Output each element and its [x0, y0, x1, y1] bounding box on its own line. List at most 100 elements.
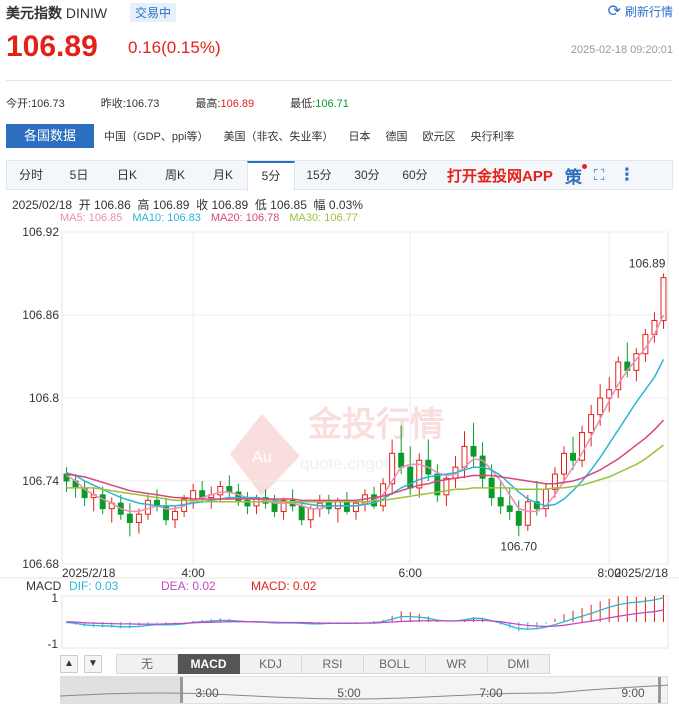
indicator-tab[interactable]: RSI	[302, 654, 364, 674]
ma-legend-item: MA5: 106.85	[60, 212, 123, 224]
candle-body	[515, 510, 522, 526]
tab-period[interactable]: 分时	[7, 161, 55, 189]
category-item[interactable]: 欧元区	[423, 128, 456, 144]
strategy-button[interactable]: 策	[564, 163, 587, 188]
candlestick-chart[interactable]: Au金投行情quote.cngold.org106.92106.86106.81…	[0, 224, 679, 654]
tab-period[interactable]: 15分	[295, 161, 343, 189]
open-app-link[interactable]: 打开金投网APP	[447, 165, 553, 186]
stat-item: 最低:106.71	[290, 95, 349, 111]
indicator-bar: ▲ ▼ 无 MACD KDJ RSI BOLL WR DMI	[60, 654, 550, 674]
macd-dea: DEA: 0.02	[161, 579, 216, 593]
candle-body	[135, 513, 142, 524]
navigator-time-label: 7:00	[479, 686, 503, 700]
tab-period[interactable]: 5日	[55, 161, 103, 189]
candle-body	[660, 277, 667, 322]
candle-body	[352, 502, 359, 512]
category-item[interactable]: 美国（非农、失业率）	[224, 128, 334, 144]
indicator-tab[interactable]: KDJ	[240, 654, 302, 674]
candle-body	[99, 494, 106, 510]
tab-period[interactable]: 5分	[247, 160, 295, 191]
divider	[6, 80, 673, 81]
candle-body	[570, 452, 577, 461]
navigator-handle[interactable]	[180, 677, 183, 703]
stat-item: 最高:106.89	[195, 95, 254, 111]
ma-legend-item: MA10: 106.83	[132, 212, 201, 224]
candle-body	[588, 414, 595, 434]
candle-body	[226, 486, 233, 493]
indicator-tab[interactable]: BOLL	[364, 654, 426, 674]
category-item[interactable]: 日本	[349, 128, 371, 144]
category-item[interactable]: 央行利率	[471, 128, 515, 144]
y-tick-label: 106.92	[22, 225, 59, 239]
instrument-code: DINIW	[65, 5, 108, 21]
candle-body	[172, 510, 179, 521]
refresh-icon: ⟳	[607, 2, 621, 20]
ma-legend-item: MA30: 106.77	[289, 212, 358, 224]
macd-dif: DIF: 0.03	[69, 579, 119, 593]
stat-item: 昨收:106.73	[101, 95, 160, 111]
candle-body	[398, 452, 405, 468]
candle-body	[217, 486, 224, 496]
category-bar: 各国数据 中国（GDP、ppi等） 美国（非农、失业率） 日本 德国 欧元区 央行利率	[6, 124, 673, 148]
refresh-button[interactable]: ⟳ 刷新行情	[608, 3, 673, 20]
tab-period[interactable]: 日K	[103, 161, 151, 189]
stat-value: 106.73	[31, 98, 65, 110]
navigator-handle[interactable]	[658, 677, 661, 703]
indicator-tab[interactable]: 无	[116, 654, 178, 674]
navigator-mask	[60, 676, 182, 704]
candle-body	[551, 473, 558, 490]
candle-body	[443, 477, 450, 496]
y-tick-label: 106.68	[22, 557, 59, 571]
navigator-time-label: 3:00	[195, 686, 219, 700]
indicator-tab[interactable]: DMI	[488, 654, 550, 674]
stat-label: 最低:	[290, 98, 316, 110]
scroll-up-icon[interactable]: ▲	[60, 655, 78, 673]
stat-value: 106.73	[125, 98, 160, 110]
scroll-down-icon[interactable]: ▼	[84, 655, 102, 673]
stat-item: 今开:106.73	[6, 95, 65, 111]
refresh-label: 刷新行情	[624, 5, 673, 19]
candle-body	[298, 505, 305, 521]
y-tick-label: 106.8	[29, 391, 59, 405]
candle-body	[126, 513, 133, 524]
tab-period[interactable]: 60分	[391, 161, 439, 189]
strategy-label: 策	[564, 167, 582, 187]
fullscreen-icon[interactable]: ⛶	[594, 167, 605, 184]
stat-value: 106.89	[220, 98, 255, 110]
stat-label: 最高:	[195, 98, 221, 110]
category-active[interactable]: 各国数据	[6, 124, 95, 148]
macd-y-tick: -1	[47, 637, 58, 651]
ma-legend-item: MA20: 106.78	[210, 212, 280, 224]
tab-period[interactable]: 30分	[343, 161, 391, 189]
indicator-tab[interactable]: WR	[426, 654, 488, 674]
stat-label: 昨收:	[100, 98, 126, 110]
macd-y-tick: 1	[51, 591, 58, 605]
candle-body	[506, 505, 513, 512]
navigator-time-label: 5:00	[337, 686, 361, 700]
navigator-time-label: 9:00	[621, 686, 645, 700]
watermark-logo-text: Au	[252, 449, 272, 466]
quote-stats: 今开:106.73 昨收:106.73 最高:106.89 最低:106.71	[6, 95, 385, 111]
y-tick-label: 106.74	[22, 474, 59, 488]
more-icon[interactable]: ⋮	[618, 165, 635, 185]
trading-status-badge: 交易中	[130, 3, 177, 22]
indicator-tab[interactable]: MACD	[178, 654, 240, 674]
tab-period[interactable]: 周K	[151, 161, 199, 189]
quote-timestamp: 2025-02-18 09:20:01	[570, 44, 673, 56]
ohlc-info: 2025/02/18 开 106.86 高 106.89 收 106.89 低 …	[12, 198, 363, 212]
candle-body	[190, 490, 197, 500]
category-item[interactable]: 德国	[386, 128, 408, 144]
instrument-name: 美元指数	[6, 5, 62, 21]
range-navigator[interactable]: 3:00 5:00 7:00 9:00	[60, 676, 668, 704]
stat-label: 今开:	[6, 98, 32, 110]
candle-body	[524, 501, 531, 526]
y-tick-label: 106.86	[22, 308, 59, 322]
candle-body	[307, 508, 314, 521]
current-price: 106.89	[6, 30, 98, 63]
category-item[interactable]: 中国（GDP、ppi等）	[104, 128, 209, 144]
candle-body	[497, 497, 504, 507]
ma-legend: MA5: 106.85 MA10: 106.83 MA20: 106.78 MA30:…	[60, 212, 358, 224]
candle	[660, 273, 667, 329]
period-tabbar: 分时 5日 日K 周K 月K 5分 15分 30分 60分 打开金投网APP 策 ⛶ ⋮	[6, 160, 673, 191]
tab-period[interactable]: 月K	[199, 161, 247, 189]
